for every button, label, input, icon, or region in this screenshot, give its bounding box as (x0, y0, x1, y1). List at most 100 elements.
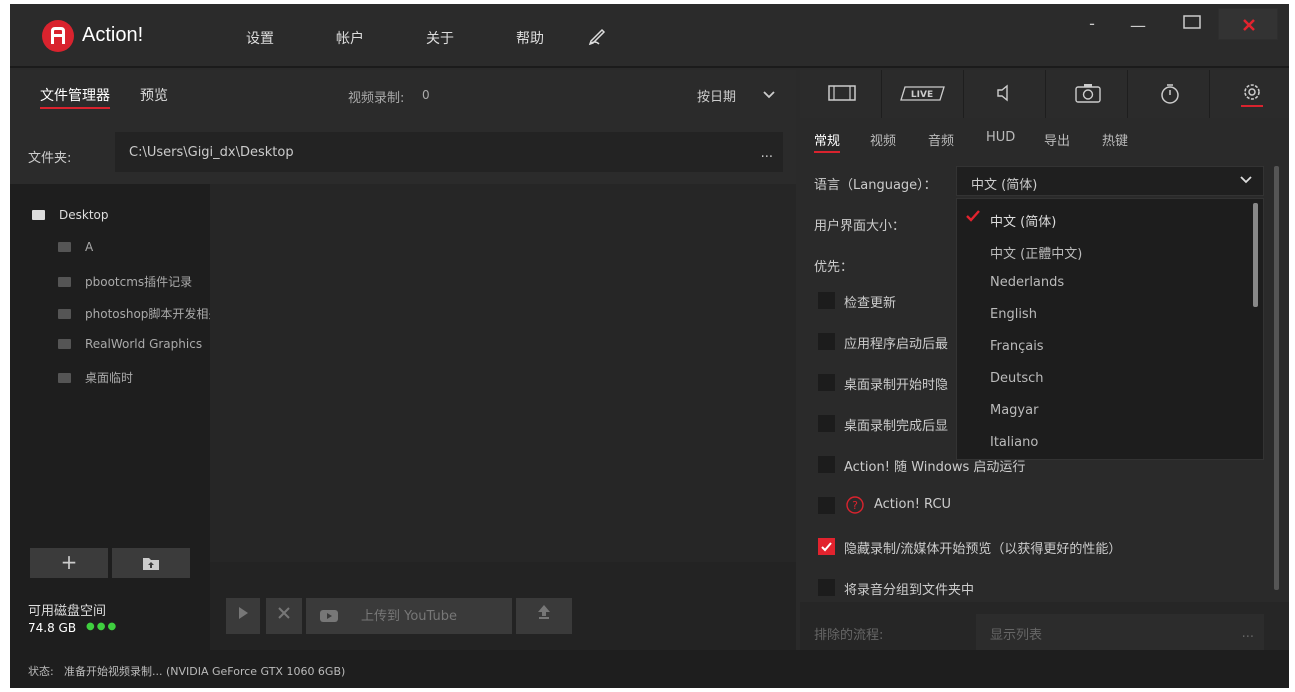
maximize-icon (1183, 15, 1201, 29)
menu-account[interactable]: 帐户 (336, 28, 364, 48)
language-label: 语言（Language）： (814, 178, 937, 193)
hide-preview-checkbox[interactable] (818, 538, 835, 555)
settings-scrollbar[interactable] (1274, 166, 1279, 590)
hide-preview-label: 隐藏录制/流媒体开始预览（以获得更好的性能） (844, 542, 1122, 557)
tab-preview[interactable]: 预览 (140, 85, 168, 105)
minimize-on-start-label: 应用程序启动后最 (844, 337, 949, 352)
folder-label: 文件夹: (28, 151, 72, 166)
language-option[interactable]: 中文 (简体) (990, 211, 1056, 230)
tab-timer[interactable] (1128, 70, 1210, 118)
rcu-checkbox[interactable] (818, 497, 835, 514)
action-logo-icon (42, 20, 74, 52)
group-recordings-checkbox[interactable] (818, 579, 835, 596)
tree-item-label: 桌面临时 (85, 371, 134, 385)
tree-item[interactable]: 桌面临时 (58, 369, 133, 386)
checkmark-icon (965, 209, 981, 227)
live-icon: LIVE (900, 86, 945, 101)
priority-label: 优先： (814, 260, 854, 275)
hide-on-record-checkbox[interactable] (818, 374, 835, 391)
folder-icon (32, 210, 45, 220)
tab-hotkeys[interactable]: 热键 (1102, 130, 1128, 149)
language-option[interactable]: Magyar (990, 403, 1038, 418)
tab-export[interactable]: 导出 (1044, 130, 1070, 149)
menu-about[interactable]: 关于 (426, 28, 454, 48)
tab-video[interactable]: 视频 (870, 130, 896, 149)
tab-screenshot[interactable] (1046, 70, 1128, 118)
minimize-on-start-checkbox[interactable] (818, 333, 835, 350)
tree-item[interactable]: pbootcms插件记录 (58, 273, 192, 290)
checkmark-icon (821, 542, 832, 552)
preview-area (210, 184, 796, 562)
pen-icon[interactable] (587, 26, 609, 48)
more-icon[interactable]: ... (1242, 626, 1254, 641)
tab-hud[interactable]: HUD (986, 130, 1015, 145)
tab-audio[interactable] (964, 70, 1046, 118)
status-label: 状态: (28, 665, 54, 678)
add-folder-button[interactable]: + (30, 548, 108, 578)
close-icon (278, 607, 290, 619)
chevron-down-icon[interactable] (762, 88, 776, 106)
tab-general[interactable]: 常规 (814, 130, 841, 153)
language-option[interactable]: Français (990, 339, 1044, 354)
language-dropdown: 中文 (简体) 中文 (正體中文) Nederlands English Fra… (956, 198, 1264, 460)
upload-youtube-button[interactable]: 上传到 YouTube (306, 598, 512, 634)
file-manager-header: 文件管理器 预览 视频录制: 0 按日期 (10, 70, 796, 120)
tab-audio-settings[interactable]: 音频 (928, 130, 954, 149)
tree-item[interactable]: A (58, 240, 93, 254)
tab-file-manager[interactable]: 文件管理器 (40, 85, 110, 109)
film-icon (828, 85, 856, 101)
language-option[interactable]: Nederlands (990, 275, 1064, 290)
pin-button[interactable]: - (1082, 14, 1102, 42)
folder-icon (58, 242, 71, 252)
language-select[interactable]: 中文 (简体) (956, 166, 1264, 196)
recordings-label: 视频录制: (348, 91, 405, 106)
tree-item-desktop[interactable]: Desktop (32, 208, 109, 222)
maximize-button[interactable] (1180, 12, 1204, 40)
rcu-label: Action! RCU (874, 497, 952, 512)
language-option[interactable]: 中文 (正體中文) (990, 243, 1082, 262)
exclude-process-label: 排除的流程: (814, 628, 884, 643)
dropdown-scrollbar[interactable] (1253, 203, 1258, 307)
exclude-process-row: 排除的流程: 显示列表 ... (800, 602, 1289, 650)
folder-icon (58, 373, 71, 383)
delete-button[interactable] (266, 598, 302, 634)
minimize-button[interactable]: — (1126, 16, 1150, 44)
playback-toolbar: 上传到 YouTube (210, 562, 796, 650)
folder-path-field[interactable]: C:\Users\Gigi_dx\Desktop ... (115, 132, 783, 172)
tree-item[interactable]: photoshop脚本开发相关 (58, 305, 220, 322)
check-updates-label: 检查更新 (844, 296, 897, 311)
show-after-record-checkbox[interactable] (818, 415, 835, 432)
settings-gear-icon (1241, 84, 1263, 107)
help-icon[interactable]: ? (846, 496, 864, 518)
audio-icon (997, 84, 1008, 102)
play-button[interactable] (226, 598, 260, 634)
start-with-windows-checkbox[interactable] (818, 456, 835, 473)
language-option[interactable]: Deutsch (990, 371, 1044, 386)
app-title: Action! (82, 24, 144, 46)
tree-item-label: Desktop (59, 208, 109, 222)
menu-help[interactable]: 帮助 (516, 28, 544, 48)
upload-arrow-icon (538, 605, 550, 619)
tree-item[interactable]: RealWorld Graphics (58, 337, 202, 351)
open-folder-button[interactable] (112, 548, 190, 578)
tab-video-record[interactable] (800, 70, 882, 118)
check-updates-checkbox[interactable] (818, 292, 835, 309)
close-button[interactable] (1218, 8, 1278, 40)
export-button[interactable] (516, 598, 572, 634)
tab-settings[interactable] (1210, 70, 1289, 118)
sort-select[interactable]: 按日期 (697, 86, 736, 105)
tab-live-stream[interactable]: LIVE (882, 70, 964, 118)
language-option[interactable]: Italiano (990, 435, 1038, 450)
hide-on-record-label: 桌面录制开始时隐 (844, 378, 949, 393)
mode-tabs: LIVE (800, 70, 1289, 118)
status-bar: 状态: 准备开始视频录制... (NVIDIA GeForce GTX 1060… (10, 650, 1289, 688)
more-icon[interactable]: ... (761, 146, 773, 161)
show-after-record-label: 桌面录制完成后显 (844, 419, 949, 434)
tree-item-label: pbootcms插件记录 (85, 275, 193, 289)
exclude-process-field[interactable]: 显示列表 ... (976, 614, 1264, 650)
menu-settings[interactable]: 设置 (246, 28, 274, 48)
disk-space-label: 可用磁盘空间 (28, 604, 107, 619)
timer-icon (1161, 84, 1179, 104)
app-window: Action! 设置 帐户 关于 帮助 - — 文件管理器 预览 视频录制: 0… (10, 4, 1289, 688)
language-option[interactable]: English (990, 307, 1037, 322)
